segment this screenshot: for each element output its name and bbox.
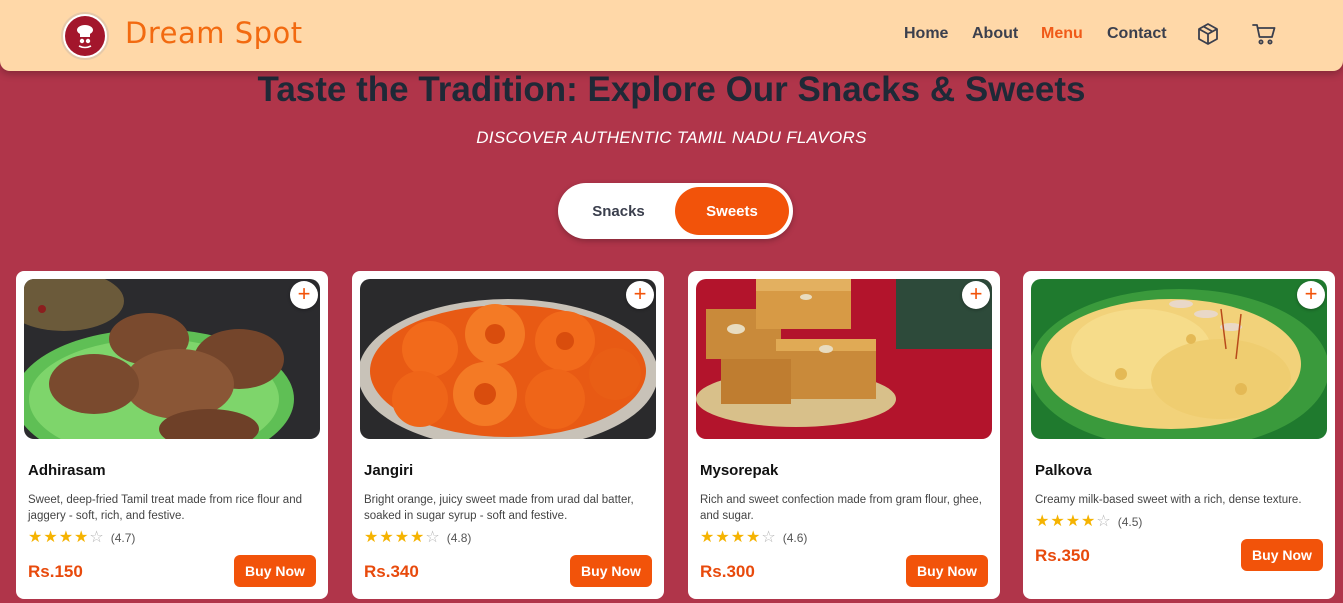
main-nav: Home About Menu Contact xyxy=(0,25,1343,47)
product-card-adhirasam: + Adhirasam Sweet, deep-fried Tamil trea… xyxy=(16,271,328,599)
buy-now-button[interactable]: Buy Now xyxy=(570,555,652,587)
nav-home[interactable]: Home xyxy=(904,25,948,43)
nav-contact[interactable]: Contact xyxy=(1107,25,1167,43)
product-rating: ★ ★ ★ ★ ☆ (4.6) xyxy=(700,530,807,546)
product-image: + xyxy=(24,279,320,439)
rating-value: (4.6) xyxy=(782,531,808,545)
product-rating: ★ ★ ★ ★ ☆ (4.7) xyxy=(28,530,135,546)
buy-now-button[interactable]: Buy Now xyxy=(234,555,316,587)
star-icon: ★ xyxy=(746,529,761,546)
star-outline-icon: ☆ xyxy=(761,529,776,546)
star-icon: ★ xyxy=(730,529,746,546)
product-description: Creamy milk-based sweet with a rich, den… xyxy=(1035,494,1302,506)
product-card-palkova: + Palkova Creamy milk-based sweet with a… xyxy=(1023,271,1335,599)
product-image: + xyxy=(696,279,992,439)
rating-value: (4.8) xyxy=(446,531,472,545)
add-to-cart-button[interactable]: + xyxy=(962,281,990,309)
cart-icon[interactable] xyxy=(1251,22,1277,48)
product-rating: ★ ★ ★ ★ ☆ (4.5) xyxy=(1035,514,1142,530)
site-header: Dream Spot Home About Menu Contact xyxy=(0,0,1343,71)
product-description: Sweet, deep-fried Tamil treat made from … xyxy=(28,494,302,522)
star-icon: ★ xyxy=(1081,513,1096,530)
star-icon: ★ xyxy=(1035,513,1050,530)
product-card-mysorepak: + Mysorepak Rich and sweet confection ma… xyxy=(688,271,1000,599)
star-icon: ★ xyxy=(394,529,410,546)
star-icon: ★ xyxy=(700,529,715,546)
product-price: Rs.300 xyxy=(700,562,755,581)
star-outline-icon: ☆ xyxy=(425,529,440,546)
package-icon[interactable] xyxy=(1196,22,1222,48)
product-card-jangiri: + Jangiri Bright orange, juicy sweet mad… xyxy=(352,271,664,599)
add-to-cart-button[interactable]: + xyxy=(290,281,318,309)
product-price: Rs.150 xyxy=(28,562,83,581)
tab-sweets[interactable]: Sweets xyxy=(675,187,789,235)
star-icon: ★ xyxy=(74,529,89,546)
star-icon: ★ xyxy=(43,529,58,546)
buy-now-button[interactable]: Buy Now xyxy=(906,555,988,587)
rating-value: (4.5) xyxy=(1117,515,1143,529)
product-image: + xyxy=(1031,279,1327,439)
rating-value: (4.7) xyxy=(110,531,136,545)
star-outline-icon: ☆ xyxy=(1096,513,1111,530)
product-price: Rs.340 xyxy=(364,562,419,581)
add-to-cart-button[interactable]: + xyxy=(626,281,654,309)
add-to-cart-button[interactable]: + xyxy=(1297,281,1325,309)
star-outline-icon: ☆ xyxy=(89,529,104,546)
star-icon: ★ xyxy=(410,529,425,546)
nav-about[interactable]: About xyxy=(972,25,1018,43)
star-icon: ★ xyxy=(379,529,394,546)
buy-now-button[interactable]: Buy Now xyxy=(1241,539,1323,571)
nav-menu[interactable]: Menu xyxy=(1041,25,1083,43)
star-icon: ★ xyxy=(364,529,379,546)
product-name: Jangiri xyxy=(364,462,414,479)
product-description: Bright orange, juicy sweet made from ura… xyxy=(364,494,634,522)
star-icon: ★ xyxy=(1065,513,1081,530)
product-image: + xyxy=(360,279,656,439)
product-name: Adhirasam xyxy=(28,462,106,479)
product-rating: ★ ★ ★ ★ ☆ (4.8) xyxy=(364,530,471,546)
category-toggle: Snacks Sweets xyxy=(558,183,793,239)
star-icon: ★ xyxy=(1050,513,1065,530)
page-title: Taste the Tradition: Explore Our Snacks … xyxy=(257,70,1086,109)
product-description: Rich and sweet confection made from gram… xyxy=(700,494,982,522)
star-icon: ★ xyxy=(58,529,74,546)
page-subtitle: DISCOVER AUTHENTIC TAMIL NADU FLAVORS xyxy=(476,128,867,147)
star-icon: ★ xyxy=(715,529,730,546)
product-name: Mysorepak xyxy=(700,462,779,479)
star-icon: ★ xyxy=(28,529,43,546)
product-price: Rs.350 xyxy=(1035,546,1090,565)
tab-snacks[interactable]: Snacks xyxy=(562,187,675,235)
product-name: Palkova xyxy=(1035,462,1092,479)
